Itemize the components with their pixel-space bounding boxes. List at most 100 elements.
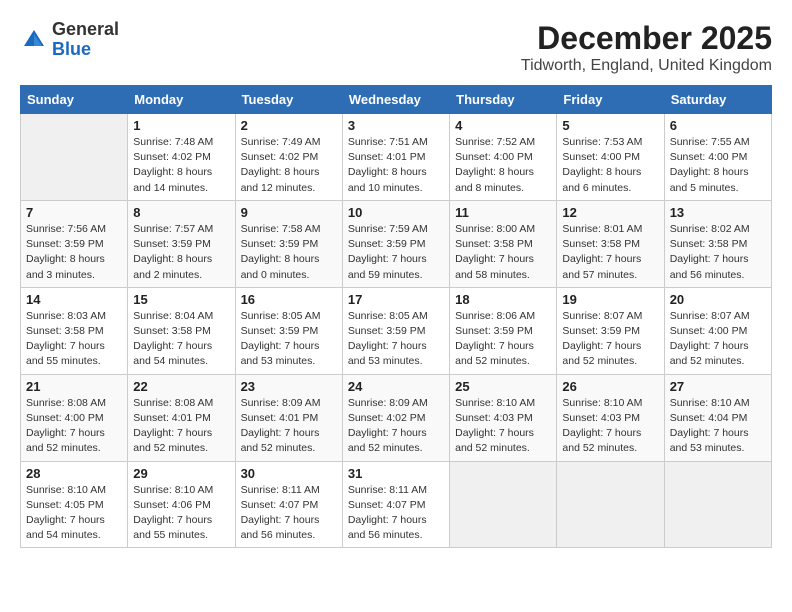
- calendar-day-cell: 8 Sunrise: 7:57 AMSunset: 3:59 PMDaylight…: [128, 200, 235, 287]
- calendar-day-cell: 7 Sunrise: 7:56 AMSunset: 3:59 PMDaylight…: [21, 200, 128, 287]
- weekday-header-cell: Thursday: [450, 86, 557, 114]
- day-number: 4: [455, 118, 551, 133]
- day-number: 20: [670, 292, 766, 307]
- day-number: 1: [133, 118, 229, 133]
- day-number: 7: [26, 205, 122, 220]
- day-info: Sunrise: 7:53 AMSunset: 4:00 PMDaylight:…: [562, 135, 658, 196]
- weekday-header-cell: Tuesday: [235, 86, 342, 114]
- day-number: 26: [562, 379, 658, 394]
- day-info: Sunrise: 7:57 AMSunset: 3:59 PMDaylight:…: [133, 222, 229, 283]
- calendar-week-row: 28 Sunrise: 8:10 AMSunset: 4:05 PMDayligh…: [21, 461, 772, 548]
- day-number: 22: [133, 379, 229, 394]
- calendar-day-cell: 29 Sunrise: 8:10 AMSunset: 4:06 PMDayligh…: [128, 461, 235, 548]
- day-info: Sunrise: 8:05 AMSunset: 3:59 PMDaylight:…: [241, 309, 337, 370]
- day-info: Sunrise: 8:04 AMSunset: 3:58 PMDaylight:…: [133, 309, 229, 370]
- header-area: General Blue December 2025 Tidworth, Eng…: [20, 20, 772, 75]
- calendar-body: 1 Sunrise: 7:48 AMSunset: 4:02 PMDaylight…: [21, 114, 772, 548]
- day-number: 15: [133, 292, 229, 307]
- calendar-day-cell: 9Sunrise: 7:58 AMSunset: 3:59 PMDaylight…: [235, 200, 342, 287]
- day-info: Sunrise: 8:10 AMSunset: 4:03 PMDaylight:…: [562, 396, 658, 457]
- day-info: Sunrise: 7:56 AMSunset: 3:59 PMDaylight:…: [26, 222, 122, 283]
- day-number: 10: [348, 205, 444, 220]
- day-number: 27: [670, 379, 766, 394]
- day-info: Sunrise: 8:00 AMSunset: 3:58 PMDaylight:…: [455, 222, 551, 283]
- calendar-day-cell: 14Sunrise: 8:03 AMSunset: 3:58 PMDayligh…: [21, 287, 128, 374]
- logo: General Blue: [20, 20, 119, 60]
- logo-blue-text: Blue: [52, 39, 91, 59]
- day-info: Sunrise: 8:11 AMSunset: 4:07 PMDaylight:…: [241, 483, 337, 544]
- day-number: 13: [670, 205, 766, 220]
- calendar-week-row: 14Sunrise: 8:03 AMSunset: 3:58 PMDayligh…: [21, 287, 772, 374]
- day-number: 6: [670, 118, 766, 133]
- calendar-day-cell: 28 Sunrise: 8:10 AMSunset: 4:05 PMDayligh…: [21, 461, 128, 548]
- weekday-header-cell: Monday: [128, 86, 235, 114]
- day-number: 28: [26, 466, 122, 481]
- day-number: 18: [455, 292, 551, 307]
- day-info: Sunrise: 8:02 AMSunset: 3:58 PMDaylight:…: [670, 222, 766, 283]
- day-info: Sunrise: 8:11 AMSunset: 4:07 PMDaylight:…: [348, 483, 444, 544]
- calendar-day-cell: 30 Sunrise: 8:11 AMSunset: 4:07 PMDayligh…: [235, 461, 342, 548]
- day-number: 24: [348, 379, 444, 394]
- calendar-day-cell: 3Sunrise: 7:51 AMSunset: 4:01 PMDaylight…: [342, 114, 449, 201]
- day-info: Sunrise: 7:49 AMSunset: 4:02 PMDaylight:…: [241, 135, 337, 196]
- day-info: Sunrise: 8:06 AMSunset: 3:59 PMDaylight:…: [455, 309, 551, 370]
- calendar-day-cell: [450, 461, 557, 548]
- logo-general-text: General: [52, 19, 119, 39]
- weekday-header-row: SundayMondayTuesdayWednesdayThursdayFrid…: [21, 86, 772, 114]
- calendar-day-cell: 11 Sunrise: 8:00 AMSunset: 3:58 PMDayligh…: [450, 200, 557, 287]
- day-number: 29: [133, 466, 229, 481]
- calendar-day-cell: 19Sunrise: 8:07 AMSunset: 3:59 PMDayligh…: [557, 287, 664, 374]
- day-number: 31: [348, 466, 444, 481]
- calendar-week-row: 1 Sunrise: 7:48 AMSunset: 4:02 PMDaylight…: [21, 114, 772, 201]
- calendar-day-cell: 15 Sunrise: 8:04 AMSunset: 3:58 PMDayligh…: [128, 287, 235, 374]
- day-number: 16: [241, 292, 337, 307]
- day-info: Sunrise: 8:07 AMSunset: 3:59 PMDaylight:…: [562, 309, 658, 370]
- calendar-day-cell: 24 Sunrise: 8:09 AMSunset: 4:02 PMDayligh…: [342, 374, 449, 461]
- location-title: Tidworth, England, United Kingdom: [521, 57, 772, 75]
- calendar-day-cell: 27 Sunrise: 8:10 AMSunset: 4:04 PMDayligh…: [664, 374, 771, 461]
- day-number: 9: [241, 205, 337, 220]
- day-info: Sunrise: 8:10 AMSunset: 4:04 PMDaylight:…: [670, 396, 766, 457]
- day-number: 21: [26, 379, 122, 394]
- day-number: 11: [455, 205, 551, 220]
- day-info: Sunrise: 7:59 AMSunset: 3:59 PMDaylight:…: [348, 222, 444, 283]
- day-info: Sunrise: 8:01 AMSunset: 3:58 PMDaylight:…: [562, 222, 658, 283]
- day-info: Sunrise: 7:55 AMSunset: 4:00 PMDaylight:…: [670, 135, 766, 196]
- calendar-day-cell: 13 Sunrise: 8:02 AMSunset: 3:58 PMDayligh…: [664, 200, 771, 287]
- day-info: Sunrise: 8:08 AMSunset: 4:00 PMDaylight:…: [26, 396, 122, 457]
- calendar-day-cell: 22 Sunrise: 8:08 AMSunset: 4:01 PMDayligh…: [128, 374, 235, 461]
- day-info: Sunrise: 8:05 AMSunset: 3:59 PMDaylight:…: [348, 309, 444, 370]
- calendar-day-cell: 1 Sunrise: 7:48 AMSunset: 4:02 PMDaylight…: [128, 114, 235, 201]
- calendar-day-cell: 21 Sunrise: 8:08 AMSunset: 4:00 PMDayligh…: [21, 374, 128, 461]
- title-area: December 2025 Tidworth, England, United …: [521, 20, 772, 75]
- calendar-day-cell: 4 Sunrise: 7:52 AMSunset: 4:00 PMDaylight…: [450, 114, 557, 201]
- calendar-day-cell: [664, 461, 771, 548]
- calendar-day-cell: 26 Sunrise: 8:10 AMSunset: 4:03 PMDayligh…: [557, 374, 664, 461]
- day-info: Sunrise: 7:48 AMSunset: 4:02 PMDaylight:…: [133, 135, 229, 196]
- day-number: 30: [241, 466, 337, 481]
- day-info: Sunrise: 8:10 AMSunset: 4:05 PMDaylight:…: [26, 483, 122, 544]
- day-info: Sunrise: 7:52 AMSunset: 4:00 PMDaylight:…: [455, 135, 551, 196]
- logo-icon: [20, 26, 48, 54]
- day-info: Sunrise: 8:10 AMSunset: 4:06 PMDaylight:…: [133, 483, 229, 544]
- calendar-day-cell: 20 Sunrise: 8:07 AMSunset: 4:00 PMDayligh…: [664, 287, 771, 374]
- day-info: Sunrise: 8:07 AMSunset: 4:00 PMDaylight:…: [670, 309, 766, 370]
- day-info: Sunrise: 8:09 AMSunset: 4:02 PMDaylight:…: [348, 396, 444, 457]
- day-info: Sunrise: 7:51 AMSunset: 4:01 PMDaylight:…: [348, 135, 444, 196]
- day-info: Sunrise: 8:10 AMSunset: 4:03 PMDaylight:…: [455, 396, 551, 457]
- calendar-day-cell: 2Sunrise: 7:49 AMSunset: 4:02 PMDaylight…: [235, 114, 342, 201]
- day-info: Sunrise: 8:08 AMSunset: 4:01 PMDaylight:…: [133, 396, 229, 457]
- calendar-table: SundayMondayTuesdayWednesdayThursdayFrid…: [20, 85, 772, 548]
- day-number: 23: [241, 379, 337, 394]
- weekday-header-cell: Saturday: [664, 86, 771, 114]
- calendar-day-cell: 16 Sunrise: 8:05 AMSunset: 3:59 PMDayligh…: [235, 287, 342, 374]
- day-info: Sunrise: 8:09 AMSunset: 4:01 PMDaylight:…: [241, 396, 337, 457]
- calendar-day-cell: [557, 461, 664, 548]
- calendar-week-row: 7 Sunrise: 7:56 AMSunset: 3:59 PMDaylight…: [21, 200, 772, 287]
- weekday-header-cell: Sunday: [21, 86, 128, 114]
- day-info: Sunrise: 8:03 AMSunset: 3:58 PMDaylight:…: [26, 309, 122, 370]
- day-number: 8: [133, 205, 229, 220]
- calendar-day-cell: 31 Sunrise: 8:11 AMSunset: 4:07 PMDayligh…: [342, 461, 449, 548]
- calendar-day-cell: 6 Sunrise: 7:55 AMSunset: 4:00 PMDaylight…: [664, 114, 771, 201]
- month-title: December 2025: [521, 20, 772, 57]
